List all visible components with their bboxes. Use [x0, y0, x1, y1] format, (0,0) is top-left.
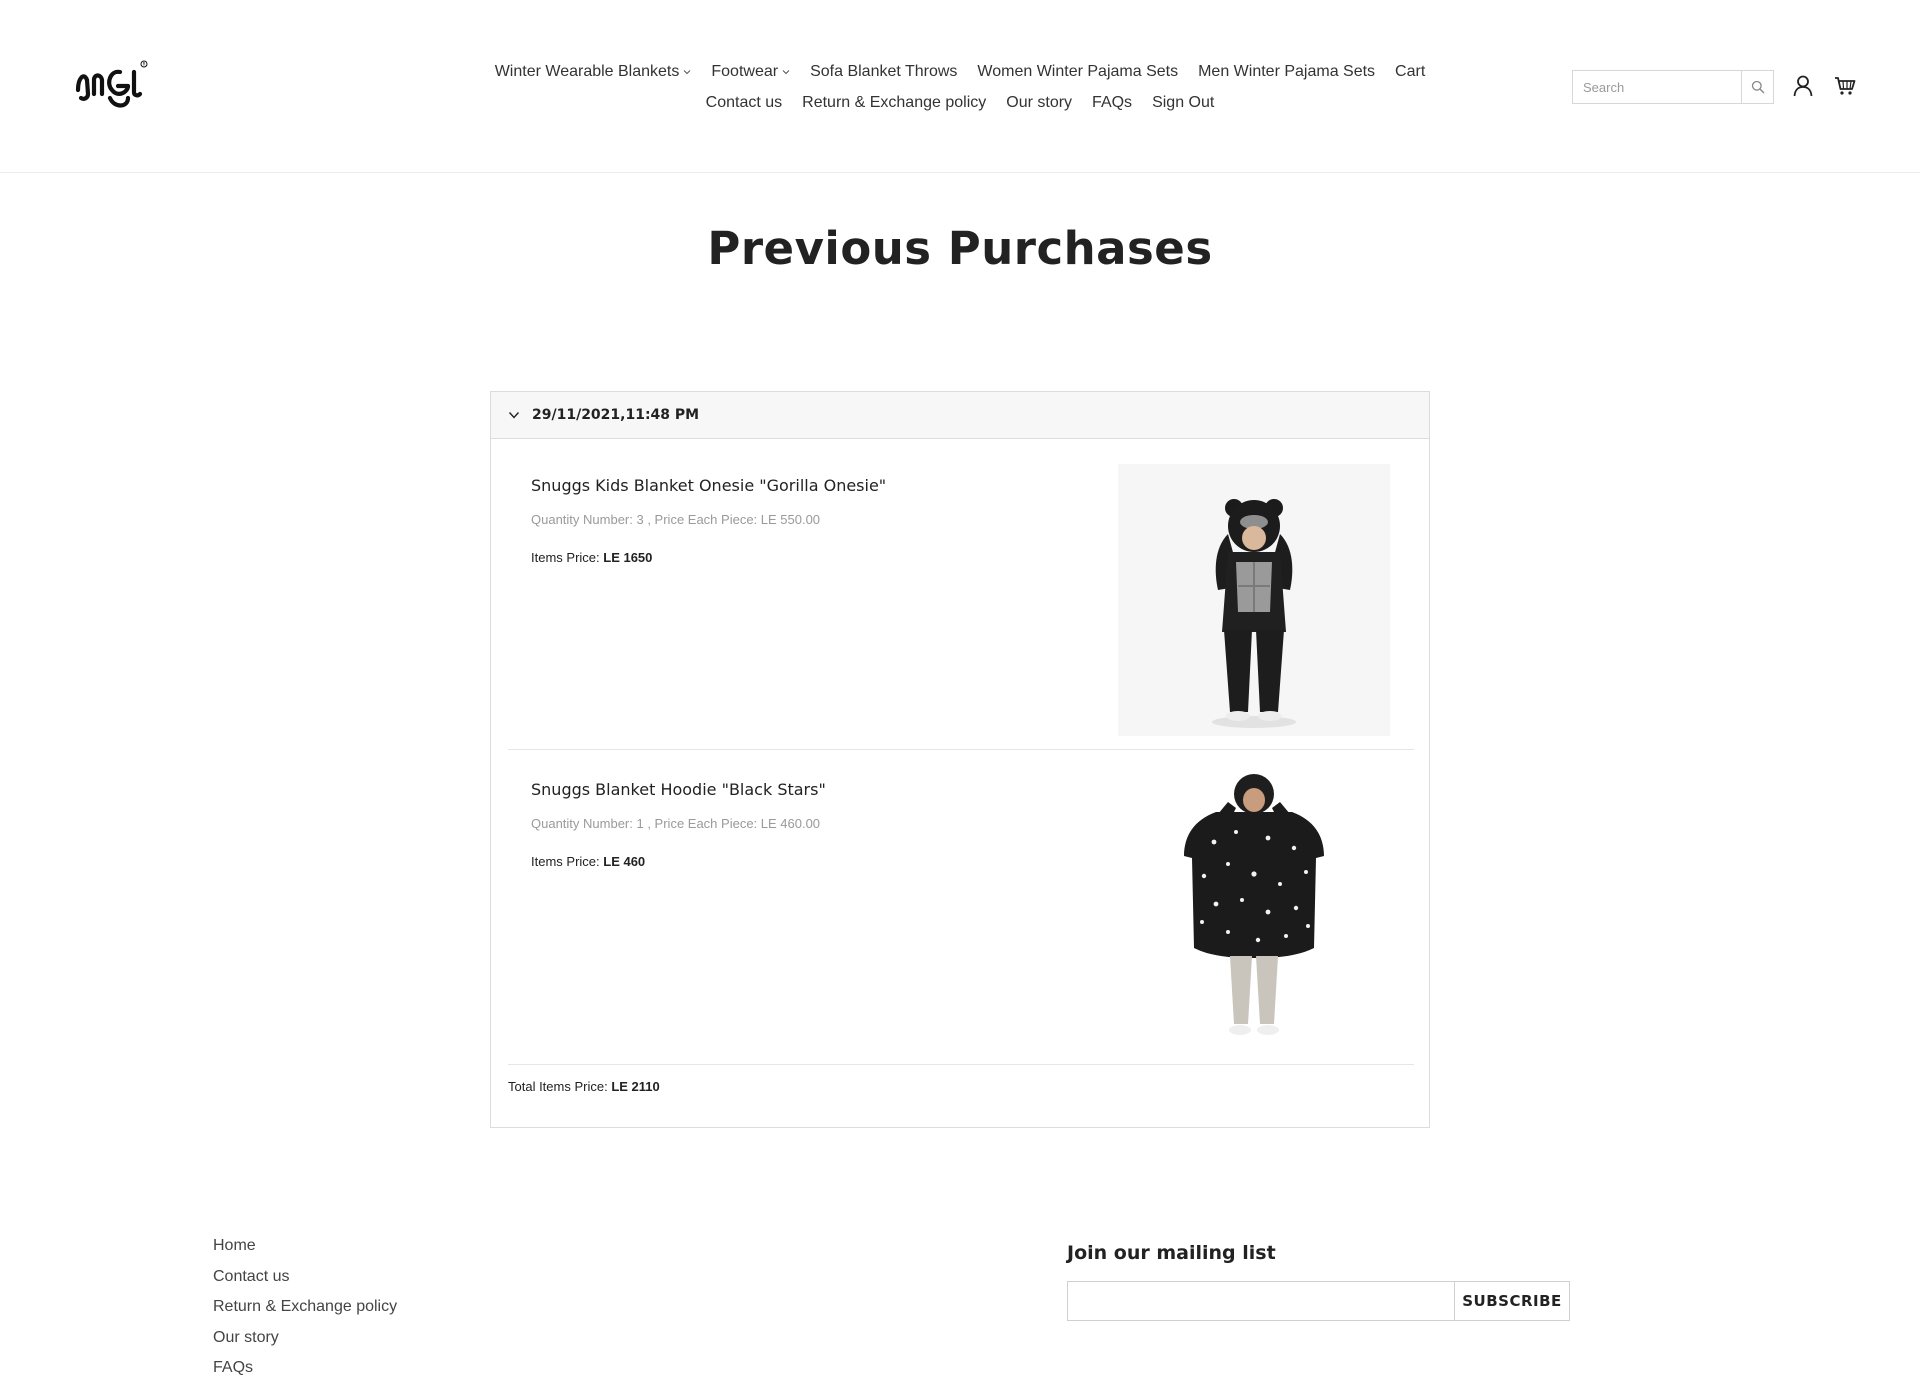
- chevron-down-icon: [684, 69, 691, 74]
- mailing-list-title: Join our mailing list: [1067, 1242, 1276, 1264]
- nav-women-winter-pajama-sets[interactable]: Women Winter Pajama Sets: [977, 63, 1178, 81]
- total-label: Total Items Price:: [508, 1079, 612, 1094]
- site-header: R Winter Wearable Blankets Footwear Sofa…: [0, 0, 1920, 173]
- nav-label: Winter Wearable Blankets: [494, 62, 680, 80]
- cart-icon: [1835, 77, 1856, 95]
- footer-link-contact-us[interactable]: Contact us: [213, 1267, 397, 1298]
- account-button[interactable]: [1790, 72, 1816, 100]
- footer-link-home[interactable]: Home: [213, 1236, 397, 1267]
- item-price: Items Price: LE 460: [531, 854, 645, 869]
- page-title: Previous Purchases: [707, 222, 1213, 275]
- nav-contact-us[interactable]: Contact us: [706, 94, 782, 112]
- footer-link-faqs[interactable]: FAQs: [213, 1358, 397, 1389]
- nav-sign-out[interactable]: Sign Out: [1152, 94, 1214, 112]
- item-name: Snuggs Blanket Hoodie "Black Stars": [531, 780, 826, 799]
- footer-link-return-exchange-policy[interactable]: Return & Exchange policy: [213, 1297, 397, 1328]
- order-item: Snuggs Blanket Hoodie "Black Stars" Quan…: [508, 760, 1414, 1065]
- nav-our-story[interactable]: Our story: [1006, 94, 1072, 112]
- chevron-down-icon: [508, 412, 520, 419]
- snuggs-logo[interactable]: R: [74, 58, 148, 112]
- nav-sofa-blanket-throws[interactable]: Sofa Blanket Throws: [810, 63, 957, 81]
- subscribe-button[interactable]: SUBSCRIBE: [1454, 1281, 1570, 1321]
- search-box: [1572, 70, 1774, 104]
- email-field[interactable]: [1067, 1281, 1455, 1321]
- item-price-label: Items Price:: [531, 550, 604, 565]
- svg-text:R: R: [143, 62, 146, 67]
- search-icon: [1751, 80, 1764, 94]
- nav-men-winter-pajama-sets[interactable]: Men Winter Pajama Sets: [1198, 63, 1375, 81]
- item-quantity-line: Quantity Number: 1 , Price Each Piece: L…: [531, 816, 821, 831]
- footer-link-our-story[interactable]: Our story: [213, 1328, 397, 1359]
- order-date: 29/11/2021,11:48 PM: [532, 407, 700, 423]
- footer-links: Home Contact us Return & Exchange policy…: [213, 1236, 397, 1389]
- item-quantity-line: Quantity Number: 3 , Price Each Piece: L…: [531, 512, 821, 527]
- item-price-label: Items Price:: [531, 854, 604, 869]
- cart-button[interactable]: [1832, 72, 1858, 100]
- search-input[interactable]: [1573, 71, 1741, 103]
- item-price-value: LE 1650: [603, 550, 653, 565]
- search-button[interactable]: [1741, 71, 1773, 103]
- order-item: Snuggs Kids Blanket Onesie "Gorilla Ones…: [508, 456, 1414, 750]
- nav-faqs[interactable]: FAQs: [1092, 94, 1132, 112]
- main-nav: Winter Wearable Blankets Footwear Sofa B…: [440, 56, 1480, 118]
- nav-label: Footwear: [711, 62, 779, 80]
- nav-row-2: Contact us Return & Exchange policy Our …: [440, 87, 1480, 118]
- gorilla-onesie-product-image[interactable]: [1118, 464, 1390, 736]
- order-total: Total Items Price: LE 2110: [508, 1079, 660, 1094]
- order-toggle[interactable]: 29/11/2021,11:48 PM: [491, 392, 1429, 439]
- chevron-down-icon: [782, 69, 790, 74]
- nav-winter-wearable-blankets[interactable]: Winter Wearable Blankets: [495, 63, 692, 81]
- item-price: Items Price: LE 1650: [531, 550, 652, 565]
- item-name: Snuggs Kids Blanket Onesie "Gorilla Ones…: [531, 476, 887, 495]
- nav-row-1: Winter Wearable Blankets Footwear Sofa B…: [440, 56, 1480, 87]
- total-value: LE 2110: [611, 1079, 660, 1094]
- nav-cart[interactable]: Cart: [1395, 63, 1425, 81]
- user-icon: [1793, 75, 1813, 97]
- nav-footwear[interactable]: Footwear: [711, 63, 790, 81]
- black-stars-hoodie-product-image[interactable]: [1118, 772, 1390, 1044]
- item-price-value: LE 460: [603, 854, 646, 869]
- order-panel: 29/11/2021,11:48 PM Snuggs Kids Blanket …: [490, 391, 1430, 1128]
- nav-return-exchange-policy[interactable]: Return & Exchange policy: [802, 94, 986, 112]
